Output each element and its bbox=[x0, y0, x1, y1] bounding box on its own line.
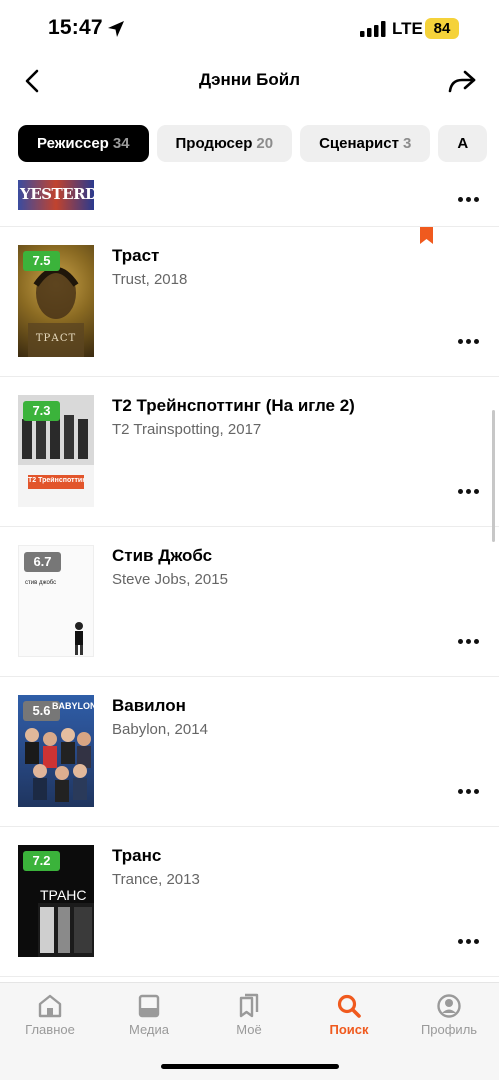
home-icon bbox=[38, 994, 62, 1018]
network-label: LTE bbox=[392, 19, 423, 38]
chip-count: 3 bbox=[402, 135, 412, 152]
film-title: Вавилон bbox=[112, 696, 186, 715]
film-subtitle: T2 Trainspotting, 2017 bbox=[112, 421, 262, 438]
chip-count: 20 bbox=[256, 135, 274, 152]
filter-chip-director[interactable]: Режиссер 34 bbox=[18, 125, 149, 162]
status-time: 15:47 bbox=[48, 16, 103, 39]
tab-label: Моё bbox=[236, 1022, 262, 1037]
film-title: Транс bbox=[112, 846, 162, 865]
role-filter-chips: Режиссер 34 Продюсер 20 Сценарист 3 А bbox=[18, 125, 499, 162]
rating-badge: 7.3 bbox=[23, 401, 60, 421]
status-bar: 15:47 LTE 84 bbox=[0, 0, 499, 58]
media-icon bbox=[138, 994, 160, 1018]
tab-home[interactable]: Главное bbox=[5, 983, 95, 1043]
list-item[interactable]: 7.3 Т2 Трейнспоттинг T2 Трейнспоттинг (Н… bbox=[0, 377, 499, 527]
scroll-indicator[interactable] bbox=[492, 410, 495, 542]
tab-profile[interactable]: Профиль bbox=[404, 983, 494, 1043]
poster-title: стив джобс bbox=[25, 580, 57, 586]
more-options-icon[interactable] bbox=[458, 489, 480, 495]
film-title: Траст bbox=[112, 246, 160, 265]
poster-image: 6.7 стив джобс bbox=[18, 545, 94, 657]
filter-chip-writer[interactable]: Сценарист 3 bbox=[300, 125, 431, 162]
filter-chip-actor[interactable]: А bbox=[438, 125, 488, 162]
page-title: Дэнни Бойл bbox=[198, 70, 301, 89]
poster-title: YESTERDAY bbox=[20, 185, 94, 203]
list-item[interactable]: 5.6 BABYLON Вавилон Babylon, 2014 bbox=[0, 677, 499, 827]
chip-label: Режиссер bbox=[37, 135, 109, 152]
more-options-icon[interactable] bbox=[458, 639, 480, 645]
chip-label: Продюсер bbox=[175, 135, 253, 152]
poster-title: ТРАНС bbox=[40, 887, 87, 903]
rating-badge: 7.5 bbox=[23, 251, 60, 271]
poster-image: 7.3 Т2 Трейнспоттинг bbox=[18, 395, 94, 507]
rating-badge: 7.2 bbox=[23, 851, 60, 871]
tab-label: Поиск bbox=[329, 1022, 369, 1037]
film-subtitle: Babylon, 2014 bbox=[112, 721, 208, 738]
more-options-icon[interactable] bbox=[458, 939, 480, 945]
list-item[interactable]: 7.2 ТРАНС Транс Trance, 2013 bbox=[0, 827, 499, 977]
header: Дэнни Бойл bbox=[0, 58, 499, 108]
poster-image: 7.5 ТРАСТ bbox=[18, 245, 94, 357]
more-options-icon[interactable] bbox=[458, 789, 480, 795]
rating-badge: 6.7 bbox=[24, 552, 61, 572]
film-subtitle: Steve Jobs, 2015 bbox=[112, 571, 228, 588]
poster-title: Т2 Трейнспоттинг bbox=[28, 477, 84, 484]
film-subtitle: Trust, 2018 bbox=[112, 271, 188, 288]
poster-image: YESTERDAY bbox=[18, 180, 94, 210]
poster-image: 5.6 BABYLON bbox=[18, 695, 94, 807]
bookmark-icon bbox=[420, 227, 433, 244]
tab-label: Медиа bbox=[129, 1022, 169, 1037]
bookmarks-icon bbox=[239, 993, 259, 1018]
list-item[interactable]: YESTERDAY bbox=[0, 170, 499, 227]
tab-mine[interactable]: Моё bbox=[204, 983, 294, 1043]
tab-label: Профиль bbox=[420, 1022, 478, 1037]
share-icon[interactable] bbox=[446, 66, 478, 96]
divider bbox=[0, 976, 499, 977]
profile-icon bbox=[437, 994, 461, 1018]
filter-chip-producer[interactable]: Продюсер 20 bbox=[156, 125, 293, 162]
poster-image: 7.2 ТРАНС bbox=[18, 845, 94, 957]
list-item[interactable]: 7.5 ТРАСТ Траст Trust, 2018 bbox=[0, 227, 499, 377]
chip-label: А bbox=[457, 135, 469, 152]
home-indicator bbox=[161, 1064, 339, 1069]
tab-search[interactable]: Поиск bbox=[304, 983, 394, 1043]
more-options-icon[interactable] bbox=[458, 339, 480, 345]
battery-indicator: 84 bbox=[425, 18, 459, 39]
more-options-icon[interactable] bbox=[458, 197, 480, 203]
poster-title: BABYLON bbox=[52, 701, 94, 711]
chip-count: 34 bbox=[112, 135, 130, 152]
film-title: T2 Трейнспоттинг (На игле 2) bbox=[112, 396, 355, 415]
tab-media[interactable]: Медиа bbox=[104, 983, 194, 1043]
film-title: Стив Джобс bbox=[112, 546, 213, 565]
location-arrow-icon bbox=[108, 21, 124, 37]
chip-label: Сценарист bbox=[319, 135, 399, 152]
film-subtitle: Trance, 2013 bbox=[112, 871, 200, 888]
filmography-list: YESTERDAY 7.5 ТРАСТ Траст Trust, 2018 bbox=[0, 170, 499, 982]
poster-title: ТРАСТ bbox=[35, 333, 77, 344]
search-icon bbox=[337, 994, 361, 1018]
tab-label: Главное bbox=[25, 1022, 75, 1037]
signal-icon bbox=[360, 21, 386, 37]
list-item[interactable]: 6.7 стив джобс Стив Джобс Steve Jobs, 20… bbox=[0, 527, 499, 677]
